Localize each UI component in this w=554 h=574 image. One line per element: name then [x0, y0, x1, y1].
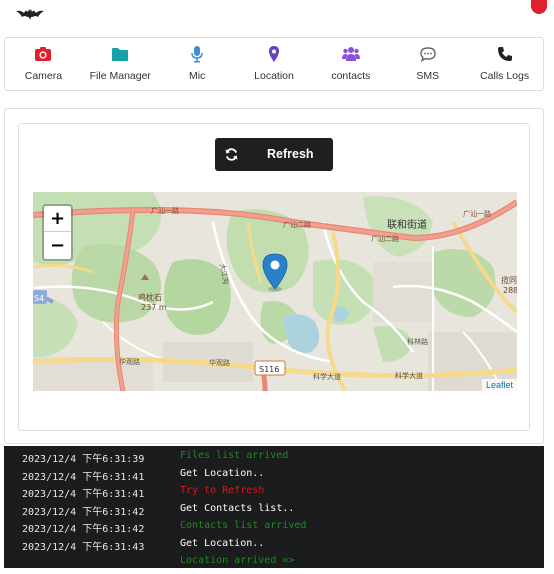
bat-logo-icon [16, 9, 44, 20]
log-line: 2023/12/4 下午6:31:42 Contacts list arrived [22, 520, 306, 537]
map-label: S116 [259, 365, 279, 374]
folder-icon [112, 48, 129, 61]
map-label: 科学大道 [313, 372, 341, 381]
file-manager-button[interactable]: File Manager [82, 38, 159, 90]
map-label: 广汕二路 [371, 234, 399, 243]
file-manager-label: File Manager [89, 70, 151, 82]
log-timestamp: 2023/12/4 下午6:31:41 [22, 489, 145, 500]
map-label: 揽同 [501, 275, 517, 285]
log-timestamp: 2023/12/4 下午6:31:42 [22, 524, 145, 535]
mic-button[interactable]: Mic [159, 38, 236, 90]
map-attribution-link[interactable]: Leaflet [481, 379, 517, 391]
log-timestamp [22, 555, 180, 568]
log-timestamp: 2023/12/4 下午6:31:39 [22, 454, 145, 465]
map-label: 华观路 [209, 358, 230, 367]
map-tiles: 广汕一路 广汕二路 广汕二路 广汕一路 联和街道 华观路 华观路 科学大道 科学… [33, 192, 517, 391]
map-label: 237 m [141, 303, 167, 312]
microphone-icon [191, 46, 203, 63]
log-console: 2023/12/4 下午6:31:39 Files list arrived 20… [4, 446, 544, 568]
log-timestamp: 2023/12/4 下午6:31:43 [22, 541, 145, 553]
location-card: Refresh 广汕一路 广汕二路 广汕二路 广汕一路 联和街道 华观路 华观路… [18, 123, 530, 431]
connection-status-indicator [531, 0, 547, 14]
log-timestamp: 2023/12/4 下午6:31:41 [22, 471, 145, 483]
location-panel: Refresh 广汕一路 广汕二路 广汕二路 广汕一路 联和街道 华观路 华观路… [4, 108, 544, 444]
location-label: Location [254, 70, 294, 82]
refresh-icon [225, 148, 238, 161]
log-line: 2023/12/4 下午6:31:41 Try to Refresh [22, 485, 264, 502]
camera-label: Camera [24, 70, 63, 82]
contacts-label: contacts [331, 70, 371, 82]
refresh-label: Refresh [267, 147, 314, 161]
map-label: 288 [503, 286, 517, 295]
map-label: 广汕一路 [463, 209, 491, 218]
map-label: 科学大道 [395, 371, 423, 380]
contacts-button[interactable]: contacts [312, 38, 389, 90]
call-logs-label: Calls Logs [480, 70, 530, 82]
camera-icon [35, 47, 52, 61]
log-line: Location arrived => [22, 555, 294, 568]
map-label: 广汕二路 [283, 220, 311, 229]
mic-label: Mic [188, 70, 206, 82]
log-line: 2023/12/4 下午6:31:39 Files list arrived [22, 450, 288, 467]
zoom-control: + − [42, 204, 73, 261]
zoom-out-button[interactable]: − [44, 232, 71, 258]
map-label: 华观路 [119, 357, 140, 366]
location-map[interactable]: 广汕一路 广汕二路 广汕二路 广汕一路 联和街道 华观路 华观路 科学大道 科学… [33, 192, 517, 391]
comment-icon [420, 47, 436, 62]
camera-button[interactable]: Camera [5, 38, 82, 90]
log-message: Try to Refresh [180, 485, 265, 496]
map-label: 鸡枕石 [138, 292, 162, 302]
log-line: 2023/12/4 下午6:31:43 Get Location.. [22, 538, 264, 555]
log-line: 2023/12/4 下午6:31:41 Get Location.. [22, 468, 264, 485]
log-message: Contacts list arrived [180, 520, 307, 531]
log-message: Files list arrived [180, 450, 289, 461]
phone-icon [497, 47, 512, 61]
log-message: Get Location.. [180, 537, 265, 549]
feature-toolbar: Camera File Manager Mic Location contact… [4, 37, 544, 91]
top-bar [0, 0, 554, 30]
map-marker-icon [269, 46, 279, 62]
location-button[interactable]: Location [236, 38, 313, 90]
map-label: 联和街道 [387, 218, 427, 231]
map-label: 广汕一路 [151, 206, 179, 215]
log-message: Get Location.. [180, 467, 265, 479]
map-label: 科林路 [407, 337, 428, 346]
zoom-in-button[interactable]: + [44, 206, 71, 232]
log-message: Location arrived => [180, 555, 295, 566]
log-line: 2023/12/4 下午6:31:42 Get Contacts list.. [22, 503, 294, 520]
refresh-button[interactable]: Refresh [215, 138, 333, 171]
map-label: S4 [34, 294, 44, 303]
log-message: Get Contacts list.. [180, 502, 295, 514]
sms-label: SMS [416, 70, 440, 82]
sms-button[interactable]: SMS [389, 38, 466, 90]
log-timestamp: 2023/12/4 下午6:31:42 [22, 506, 145, 518]
users-icon [341, 47, 360, 61]
call-logs-button[interactable]: Calls Logs [466, 38, 543, 90]
